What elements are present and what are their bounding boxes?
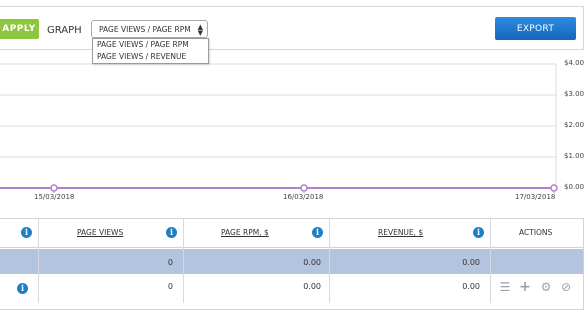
chart: $4.00 $3.00 $2.00 $1.00 $0.00 15/03/2018… <box>0 52 588 207</box>
table-total-row: 0 0.00 0.00 <box>0 249 583 274</box>
column-header-revenue[interactable]: REVENUE, $ <box>378 228 423 237</box>
graph-label: GRAPH <box>47 25 82 36</box>
plus-icon[interactable]: + <box>519 280 531 294</box>
column-header-actions: ACTIONS <box>519 228 553 237</box>
chart-svg <box>0 63 558 193</box>
info-icon[interactable]: i <box>166 227 177 238</box>
total-page-views: 0 <box>167 258 173 267</box>
data-point[interactable] <box>550 184 558 192</box>
total-revenue: 0.00 <box>462 258 480 267</box>
column-divider <box>329 219 330 303</box>
table-header-row: i PAGE VIEWS i PAGE RPM, $ i REVENUE, $ … <box>0 219 583 248</box>
table-row: i 0 0.00 0.00 ☰ + ⚙ ⊘ <box>0 275 583 303</box>
data-point[interactable] <box>50 184 58 192</box>
stats-table: i PAGE VIEWS i PAGE RPM, $ i REVENUE, $ … <box>0 218 584 310</box>
graph-dropdown-list: PAGE VIEWS / PAGE RPM PAGE VIEWS / REVEN… <box>92 38 209 64</box>
x-tick-label: 16/03/2018 <box>283 193 324 201</box>
column-divider <box>490 219 491 303</box>
graph-option[interactable]: PAGE VIEWS / REVENUE <box>93 51 208 63</box>
column-divider <box>38 219 39 303</box>
y-tick-label: $3.00 <box>564 90 585 98</box>
y-tick-label: $0.00 <box>564 183 585 191</box>
row-page-rpm: 0.00 <box>303 282 321 291</box>
graph-option[interactable]: PAGE VIEWS / PAGE RPM <box>93 39 208 51</box>
info-icon[interactable]: i <box>312 227 323 238</box>
export-button[interactable]: EXPORT <box>495 17 576 40</box>
select-updown-icon: ▲ ▼ <box>197 23 203 37</box>
y-tick-label: $1.00 <box>564 152 585 160</box>
gear-icon[interactable]: ⚙ <box>540 281 552 293</box>
column-divider <box>183 219 184 303</box>
apply-button[interactable]: APPLY <box>0 19 39 39</box>
info-icon[interactable]: i <box>17 283 28 294</box>
info-icon[interactable]: i <box>473 227 484 238</box>
row-page-views: 0 <box>167 282 173 291</box>
filter-toolbar: APPLY GRAPH PAGE VIEWS / PAGE RPM ▲ ▼ EXP… <box>0 6 584 50</box>
list-icon[interactable]: ☰ <box>499 281 511 293</box>
info-icon[interactable]: i <box>21 227 32 238</box>
x-tick-label: 15/03/2018 <box>34 193 75 201</box>
block-icon[interactable]: ⊘ <box>560 281 572 293</box>
y-tick-label: $2.00 <box>564 121 585 129</box>
data-point[interactable] <box>300 184 308 192</box>
graph-select[interactable]: PAGE VIEWS / PAGE RPM ▲ ▼ <box>91 20 208 38</box>
x-tick-label: 17/03/2018 <box>515 193 556 201</box>
graph-select-value: PAGE VIEWS / PAGE RPM <box>99 24 191 34</box>
y-tick-label: $4.00 <box>564 59 585 67</box>
column-header-page-rpm[interactable]: PAGE RPM, $ <box>221 228 269 237</box>
total-page-rpm: 0.00 <box>303 258 321 267</box>
row-revenue: 0.00 <box>462 282 480 291</box>
column-header-page-views[interactable]: PAGE VIEWS <box>77 228 123 237</box>
